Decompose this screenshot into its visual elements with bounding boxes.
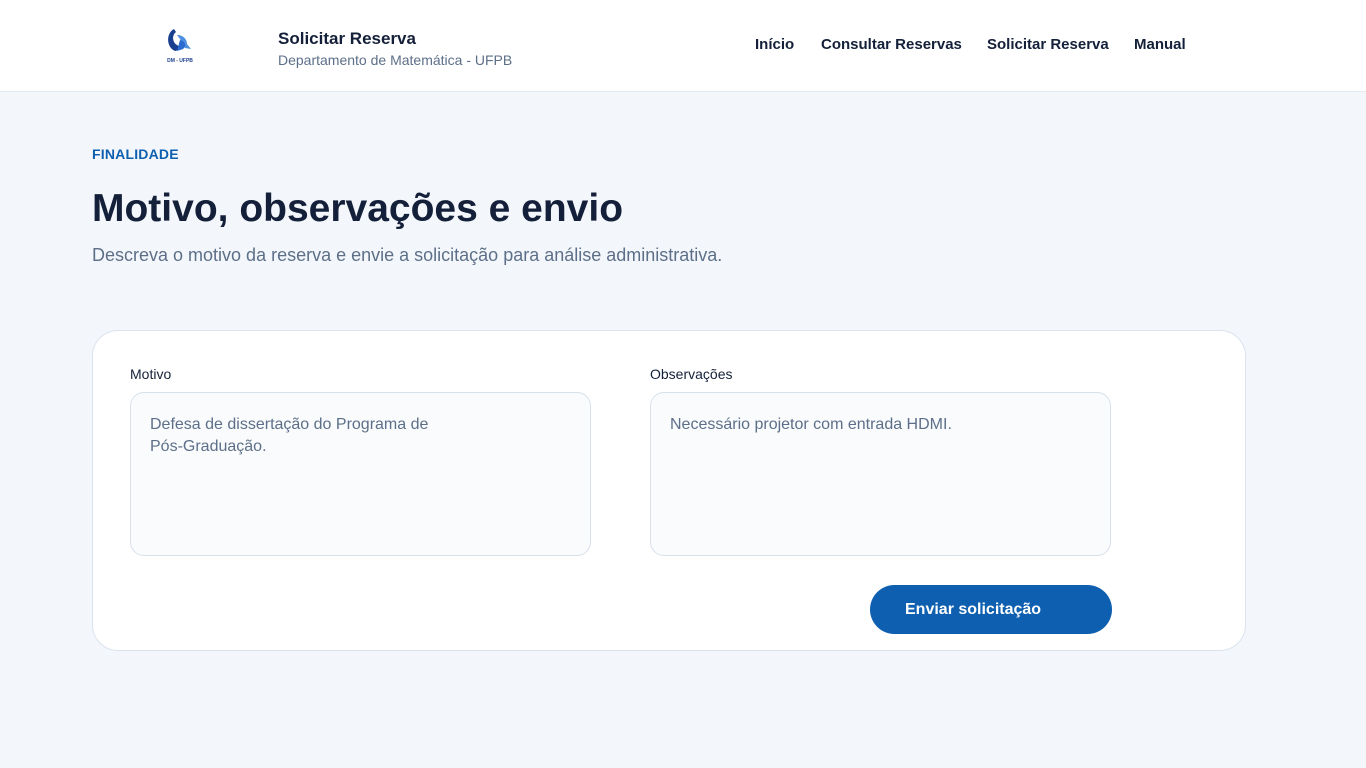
header-title: Solicitar Reserva [278,29,416,48]
nav-solicitar-reserva[interactable]: Solicitar Reserva [987,36,1109,53]
nav-consultar-reservas[interactable]: Consultar Reservas [821,36,962,53]
dm-ufpb-logo-icon[interactable]: DM - UFPB [163,27,197,65]
observacoes-textarea[interactable]: Necessário projetor com entrada HDMI. [650,392,1111,556]
logo-text: DM - UFPB [167,58,193,64]
header-subtitle: Departamento de Matemática - UFPB [278,52,513,68]
request-form-card: Motivo Defesa de dissertação do Programa… [92,330,1246,651]
submit-request-button[interactable]: Enviar solicitação [870,585,1112,634]
page-subtitle: Descreva o motivo da reserva e envie a s… [92,245,723,265]
motivo-textarea[interactable]: Defesa de dissertação do Programa de Pós… [130,392,591,556]
section-eyebrow: FINALIDADE [92,146,179,162]
motivo-label: Motivo [130,366,172,382]
top-header: DM - UFPB Solicitar Reserva Departamento… [0,0,1366,92]
nav-manual[interactable]: Manual [1134,36,1186,53]
page-title: Motivo, observações e envio [92,187,624,230]
nav-inicio[interactable]: Início [755,36,794,53]
observacoes-label: Observações [650,366,733,382]
